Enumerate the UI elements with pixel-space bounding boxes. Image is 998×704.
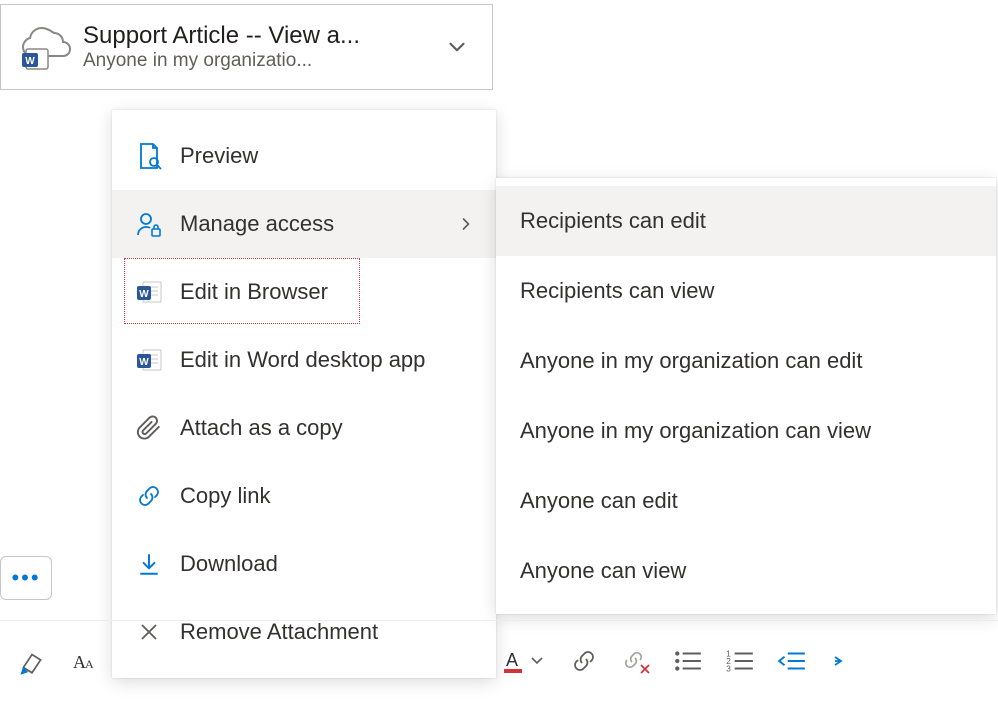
menu-label: Copy link [180, 483, 476, 509]
download-icon [132, 547, 166, 581]
svg-text:W: W [139, 289, 149, 300]
menu-label: Edit in Browser [180, 279, 476, 305]
menu-label: Attach as a copy [180, 415, 476, 441]
menu-item-copy-link[interactable]: Copy link [112, 462, 496, 530]
more-button[interactable]: ••• [0, 556, 52, 600]
submenu-label: Anyone can view [520, 558, 686, 584]
format-painter-button[interactable] [6, 637, 58, 685]
submenu-org-edit[interactable]: Anyone in my organization can edit [496, 326, 996, 396]
paperclip-icon [132, 411, 166, 445]
decrease-indent-button[interactable] [766, 637, 818, 685]
increase-indent-button[interactable] [818, 637, 870, 685]
link-icon [132, 479, 166, 513]
menu-item-download[interactable]: Download [112, 530, 496, 598]
menu-label: Preview [180, 143, 476, 169]
menu-label: Edit in Word desktop app [180, 347, 476, 373]
chevron-right-icon [456, 214, 476, 234]
menu-item-preview[interactable]: Preview [112, 122, 496, 190]
svg-text:A: A [85, 657, 94, 671]
menu-item-edit-browser[interactable]: W Edit in Browser [112, 258, 496, 326]
attachment-title: Support Article -- View a... [83, 22, 434, 50]
menu-item-attach-copy[interactable]: Attach as a copy [112, 394, 496, 462]
menu-label: Download [180, 551, 476, 577]
attachment-subtitle: Anyone in my organizatio... [83, 50, 434, 72]
insert-link-button[interactable] [558, 637, 610, 685]
submenu-org-view[interactable]: Anyone in my organization can view [496, 396, 996, 466]
bullet-list-button[interactable] [662, 637, 714, 685]
svg-text:A: A [506, 650, 518, 670]
font-button[interactable]: A A [58, 637, 110, 685]
submenu-label: Anyone in my organization can edit [520, 348, 862, 374]
person-lock-icon [132, 207, 166, 241]
svg-text:3: 3 [726, 663, 731, 673]
svg-text:W: W [139, 357, 149, 368]
word-icon: W [132, 343, 166, 377]
menu-label: Manage access [180, 211, 456, 237]
font-color-button[interactable]: A [490, 637, 558, 685]
remove-link-button[interactable] [610, 637, 662, 685]
submenu-label: Recipients can view [520, 278, 714, 304]
submenu-recipients-view[interactable]: Recipients can view [496, 256, 996, 326]
menu-item-edit-desktop[interactable]: W Edit in Word desktop app [112, 326, 496, 394]
preview-icon [132, 139, 166, 173]
word-icon: W [132, 275, 166, 309]
numbered-list-button[interactable]: 1 2 3 [714, 637, 766, 685]
manage-access-submenu: Recipients can edit Recipients can view … [496, 178, 996, 614]
chevron-down-icon[interactable] [434, 24, 480, 70]
submenu-label: Anyone in my organization can view [520, 418, 871, 444]
attachment-text: Support Article -- View a... Anyone in m… [73, 22, 434, 72]
attachment-chip[interactable]: W Support Article -- View a... Anyone in… [0, 4, 493, 90]
ellipsis-icon: ••• [11, 565, 40, 591]
attachment-dropdown-menu: Preview Manage access W [112, 110, 496, 678]
cloud-word-document-icon: W [13, 19, 73, 75]
submenu-label: Recipients can edit [520, 208, 706, 234]
submenu-recipients-edit[interactable]: Recipients can edit [496, 186, 996, 256]
submenu-label: Anyone can edit [520, 488, 678, 514]
menu-item-manage-access[interactable]: Manage access [112, 190, 496, 258]
svg-text:W: W [25, 56, 35, 67]
submenu-anyone-view[interactable]: Anyone can view [496, 536, 996, 606]
submenu-anyone-edit[interactable]: Anyone can edit [496, 466, 996, 536]
format-toolbar: A A A 1 2 [0, 620, 998, 700]
